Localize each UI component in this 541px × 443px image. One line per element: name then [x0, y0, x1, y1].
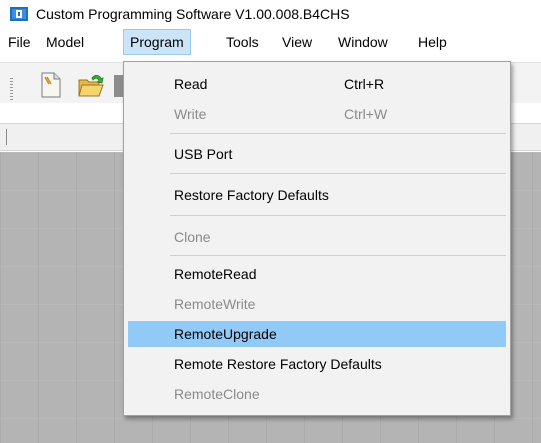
menu-model[interactable]: Model	[40, 30, 90, 54]
program-dropdown-menu: Read Ctrl+R Write Ctrl+W USB Port Restor…	[123, 61, 511, 416]
app-icon	[10, 7, 28, 21]
menu-item-label: RemoteRead	[174, 266, 257, 282]
menu-tools[interactable]: Tools	[220, 30, 265, 54]
title-bar: Custom Programming Software V1.00.008.B4…	[0, 0, 541, 28]
menu-item-label: Remote Restore Factory Defaults	[174, 356, 382, 372]
menu-item-label: Write	[174, 106, 207, 122]
menu-item-read[interactable]: Read Ctrl+R	[128, 71, 506, 97]
menu-item-label: Read	[174, 76, 208, 92]
menu-file[interactable]: File	[2, 30, 37, 54]
new-file-icon[interactable]	[40, 72, 62, 98]
menu-separator	[170, 173, 506, 174]
menu-item-label: USB Port	[174, 146, 233, 162]
menu-item-remote-upgrade[interactable]: RemoteUpgrade	[128, 321, 506, 347]
menu-item-shortcut: Ctrl+R	[344, 76, 385, 92]
address-separator	[6, 129, 7, 145]
menu-separator	[170, 133, 506, 134]
menu-item-label: RemoteClone	[174, 386, 260, 402]
menu-item-label: RemoteUpgrade	[174, 326, 277, 342]
menu-item-clone[interactable]: Clone	[128, 224, 506, 250]
menu-item-remote-read[interactable]: RemoteRead	[128, 261, 506, 287]
menu-help[interactable]: Help	[412, 30, 453, 54]
menu-item-label: Clone	[174, 229, 211, 245]
toolbar-grip[interactable]	[10, 78, 13, 100]
menu-item-shortcut: Ctrl+W	[344, 106, 388, 122]
menu-item-remote-restore-factory-defaults[interactable]: Remote Restore Factory Defaults	[128, 351, 506, 377]
menu-item-label: RemoteWrite	[174, 296, 256, 312]
menu-window[interactable]: Window	[332, 30, 394, 54]
menu-item-restore-factory-defaults[interactable]: Restore Factory Defaults	[128, 182, 506, 208]
menu-item-usb-port[interactable]: USB Port	[128, 141, 506, 167]
menu-bar: File Model Program Tools View Window Hel…	[0, 28, 541, 56]
menu-view[interactable]: View	[276, 30, 318, 54]
menu-item-write[interactable]: Write Ctrl+W	[128, 101, 506, 127]
menu-program[interactable]: Program	[123, 29, 191, 55]
menu-item-remote-write[interactable]: RemoteWrite	[128, 291, 506, 317]
menu-item-remote-clone[interactable]: RemoteClone	[128, 381, 506, 407]
menu-separator	[170, 215, 506, 216]
window-title: Custom Programming Software V1.00.008.B4…	[36, 6, 350, 22]
menu-item-label: Restore Factory Defaults	[174, 187, 329, 203]
open-folder-icon[interactable]	[78, 74, 104, 98]
menu-separator	[170, 255, 506, 256]
